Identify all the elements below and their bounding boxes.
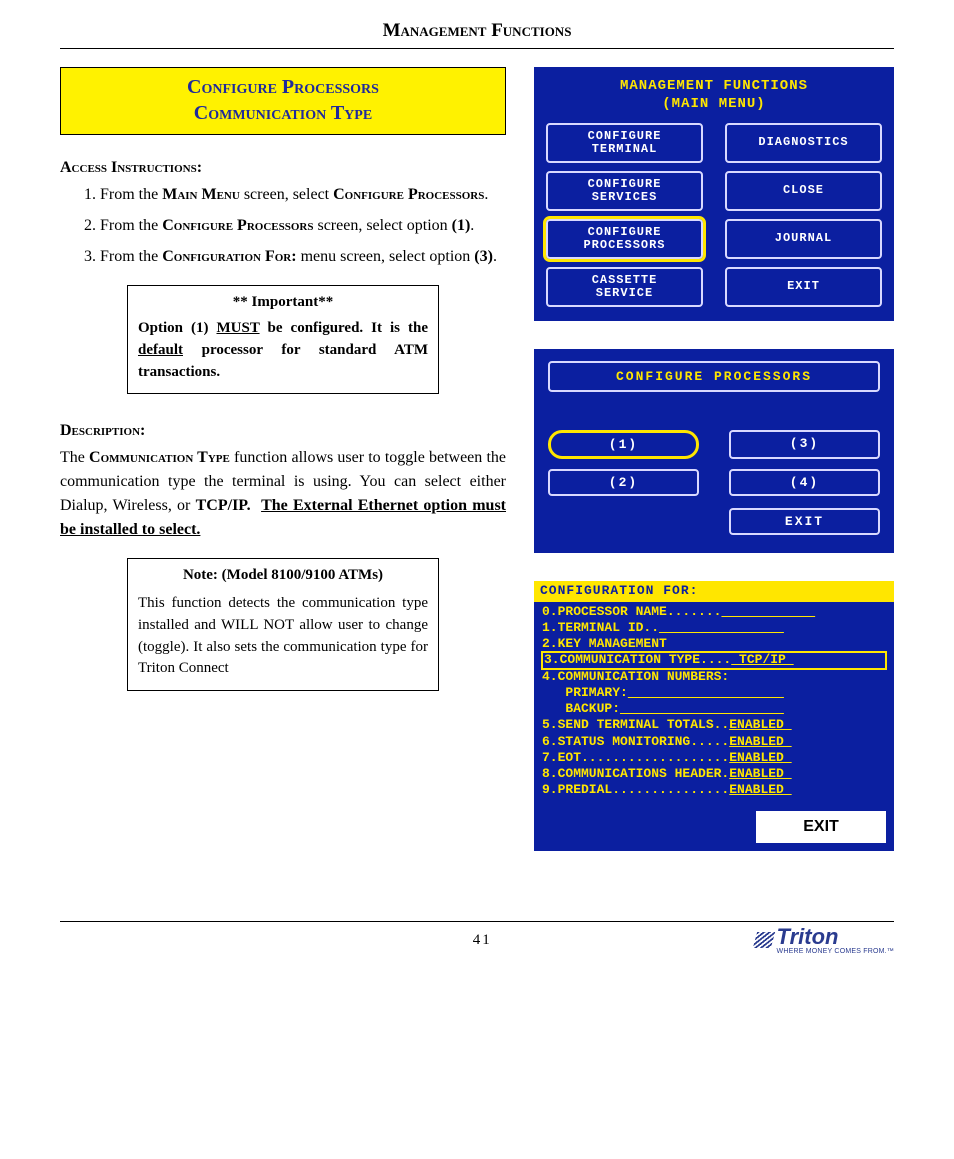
configure-processors-grid: (1) (3) (2) (4) (548, 430, 880, 496)
page-header: Management Functions (60, 20, 894, 49)
config-line: 4.COMMUNICATION NUMBERS: (542, 669, 886, 685)
btn-configure-terminal[interactable]: CONFIGURE TERMINAL (546, 123, 703, 163)
configuration-for-header: CONFIGURATION FOR: (534, 581, 894, 601)
btn-exit-processors[interactable]: EXIT (729, 508, 880, 535)
access-instructions-heading: Access Instructions: (60, 159, 506, 177)
config-line: 5.SEND TERMINAL TOTALS..ENABLED (542, 717, 886, 733)
important-title: ** Important** (138, 292, 428, 314)
config-line: BACKUP: ___________________ (542, 701, 886, 717)
btn-processor-1[interactable]: (1) (548, 430, 699, 459)
btn-exit-main[interactable]: EXIT (725, 267, 882, 307)
configuration-for-lines: 0.PROCESSOR NAME.......____________1.TER… (534, 602, 894, 805)
configure-processors-screen: CONFIGURE PROCESSORS (1) (3) (2) (4) EXI… (534, 349, 894, 553)
config-line: 3.COMMUNICATION TYPE.... TCP/IP (542, 652, 886, 668)
page-footer: 41 Triton WHERE MONEY COMES FROM.™ (60, 921, 894, 955)
note-box: Note: (Model 8100/9100 ATMs) This functi… (127, 558, 439, 691)
btn-diagnostics[interactable]: DIAGNOSTICS (725, 123, 882, 163)
config-line: 7.EOT...................ENABLED (542, 750, 886, 766)
config-line: 1.TERMINAL ID..________________ (542, 620, 886, 636)
config-line: PRIMARY: ___________________ (542, 685, 886, 701)
btn-configure-services[interactable]: CONFIGURE SERVICES (546, 171, 703, 211)
section-title-line2: Communication Type (69, 100, 497, 126)
note-body: This function detects the communication … (138, 593, 428, 680)
config-line: 8.COMMUNICATIONS HEADER.ENABLED (542, 766, 886, 782)
important-box: ** Important** Option (1) MUST be config… (127, 285, 439, 394)
config-line: 6.STATUS MONITORING.....ENABLED (542, 734, 886, 750)
access-step-3: From the Configuration For: menu screen,… (100, 245, 506, 270)
btn-exit-configuration[interactable]: EXIT (756, 811, 886, 843)
description-heading: Description: (60, 422, 506, 440)
access-step-1: From the Main Menu screen, select Config… (100, 183, 506, 208)
btn-configure-processors[interactable]: CONFIGURE PROCESSORS (546, 219, 703, 259)
important-body: Option (1) MUST be configured. It is the… (138, 318, 428, 383)
section-title-box: Configure Processors Communication Type (60, 67, 506, 135)
btn-processor-3[interactable]: (3) (729, 430, 880, 459)
btn-processor-2[interactable]: (2) (548, 469, 699, 496)
logo-stripes-icon (752, 932, 774, 948)
btn-cassette-service[interactable]: CASSETTE SERVICE (546, 267, 703, 307)
note-title: Note: (Model 8100/9100 ATMs) (138, 565, 428, 587)
config-line: 2.KEY MANAGEMENT (542, 636, 886, 652)
main-menu-grid: CONFIGURE TERMINAL DIAGNOSTICS CONFIGURE… (546, 123, 882, 307)
logo-name: Triton (777, 926, 839, 948)
access-step-2: From the Configure Processors screen, se… (100, 214, 506, 239)
description-paragraph: The Communication Type function allows u… (60, 446, 506, 542)
configure-processors-title: CONFIGURE PROCESSORS (548, 361, 880, 392)
btn-processor-4[interactable]: (4) (729, 469, 880, 496)
configuration-for-screen: CONFIGURATION FOR: 0.PROCESSOR NAME.....… (534, 581, 894, 850)
logo-tagline: WHERE MONEY COMES FROM.™ (777, 948, 894, 955)
btn-close[interactable]: CLOSE (725, 171, 882, 211)
section-title-line1: Configure Processors (69, 74, 497, 100)
main-menu-screen: MANAGEMENT FUNCTIONS (MAIN MENU) CONFIGU… (534, 67, 894, 321)
config-line: 0.PROCESSOR NAME.......____________ (542, 604, 886, 620)
access-steps-list: From the Main Menu screen, select Config… (60, 183, 506, 269)
page-number: 41 (210, 932, 755, 949)
triton-logo: Triton WHERE MONEY COMES FROM.™ (755, 926, 894, 955)
config-line: 9.PREDIAL...............ENABLED (542, 782, 886, 798)
main-menu-title: MANAGEMENT FUNCTIONS (MAIN MENU) (546, 77, 882, 113)
btn-journal[interactable]: JOURNAL (725, 219, 882, 259)
